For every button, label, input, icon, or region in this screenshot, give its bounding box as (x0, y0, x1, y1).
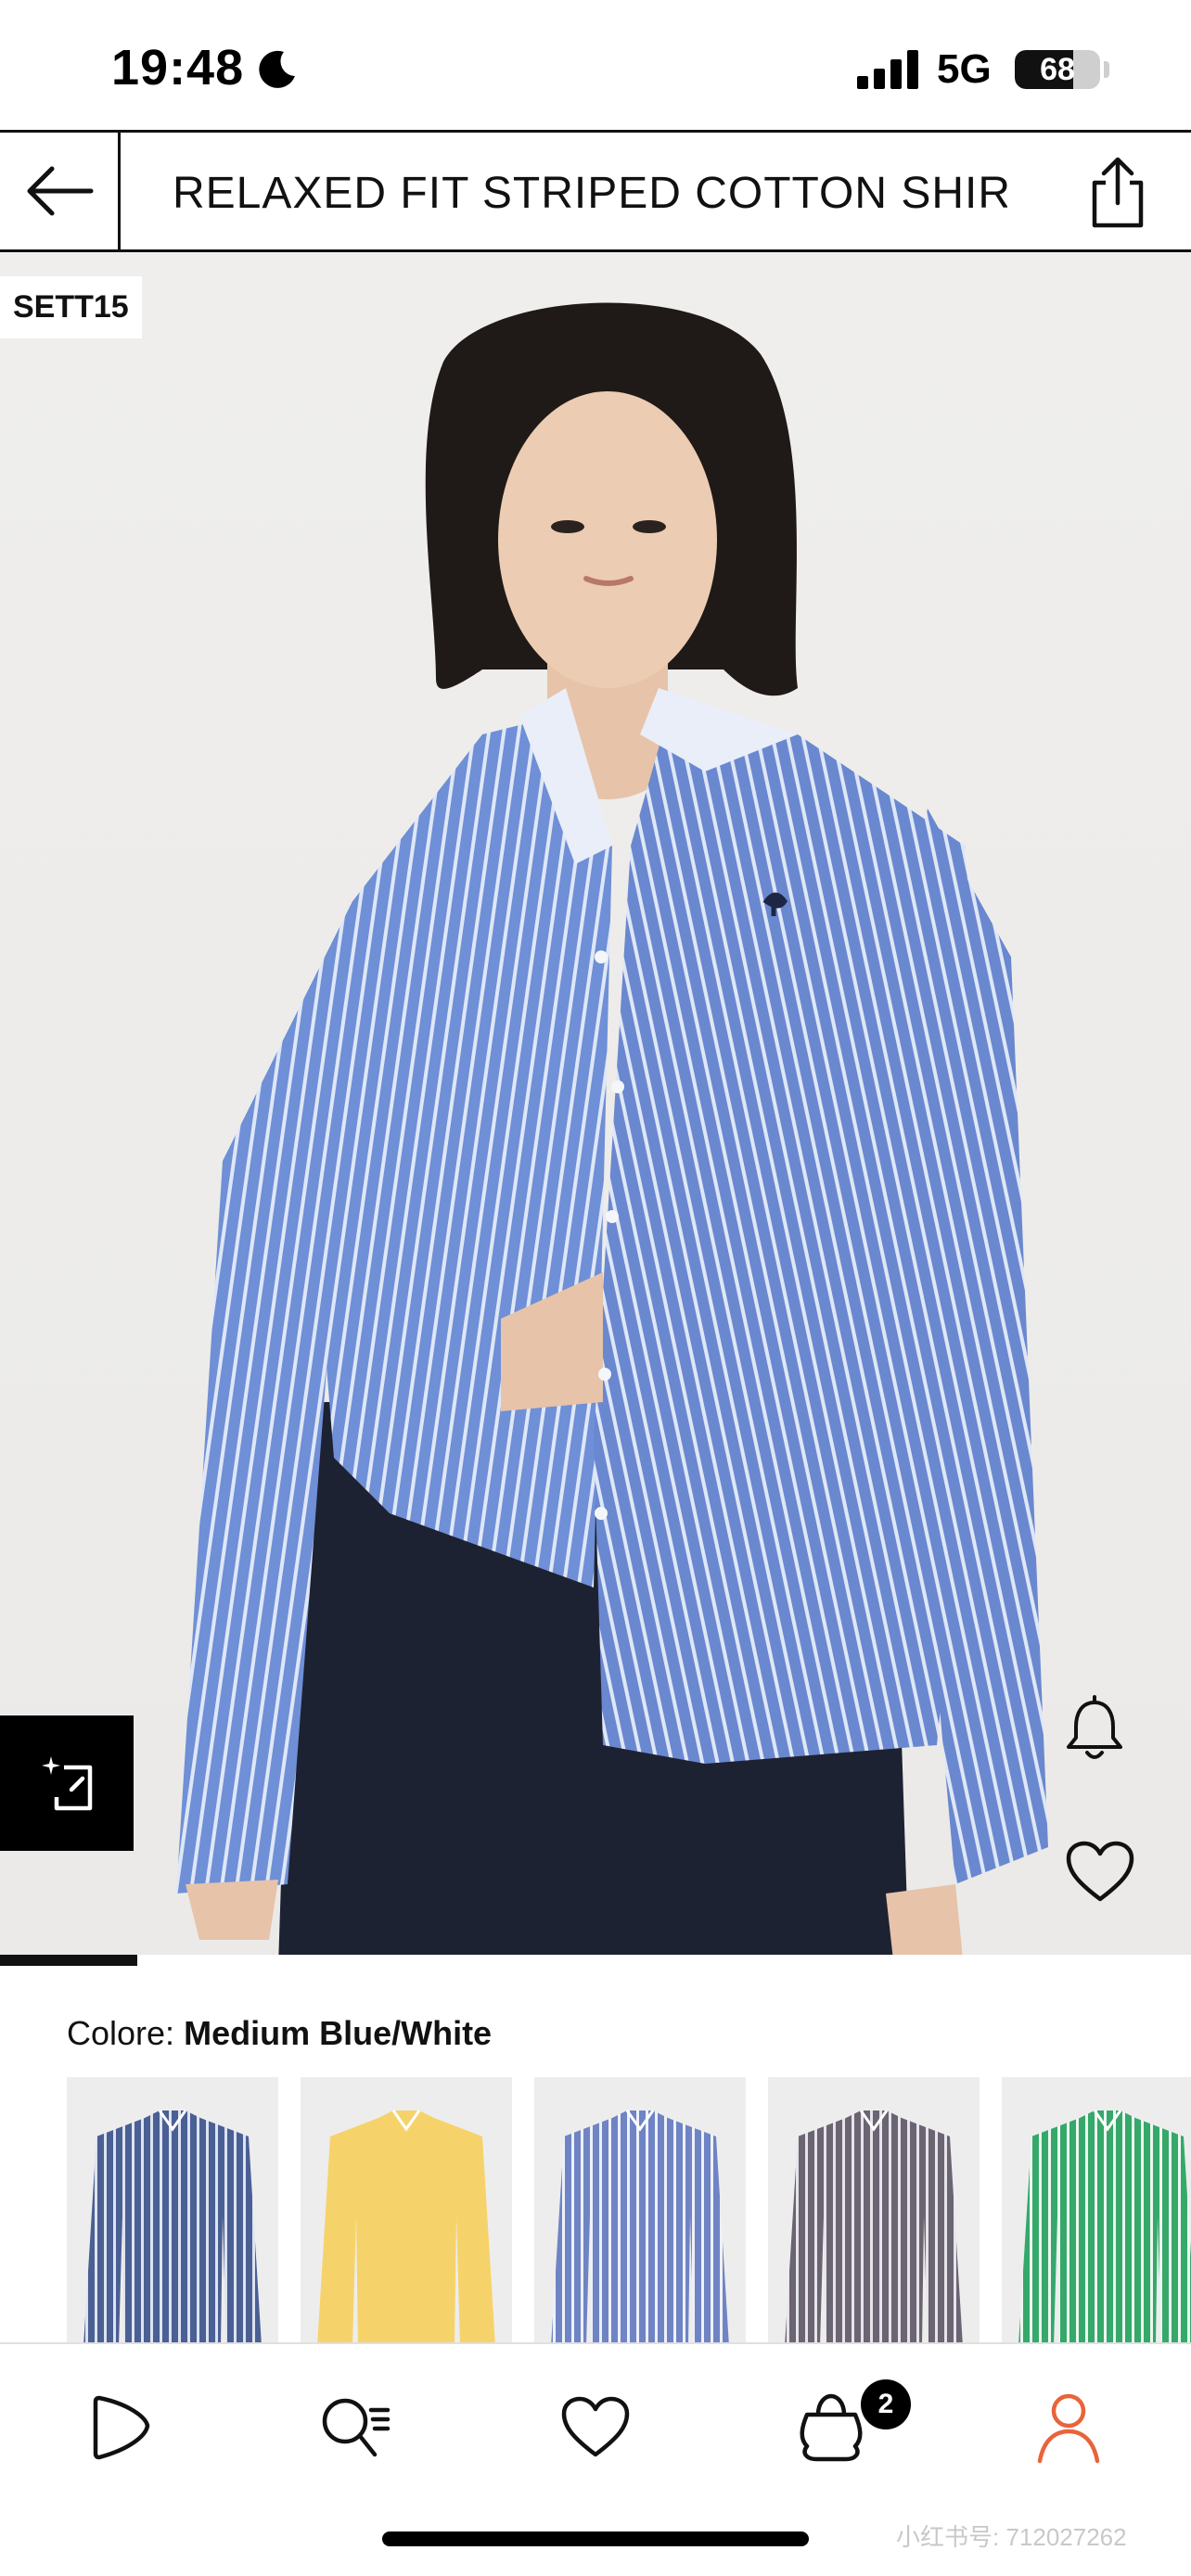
status-time: 19:48 (111, 40, 245, 96)
swatch-shirt-image (317, 2110, 495, 2346)
image-carousel-progress (0, 1955, 1191, 1966)
model-photo (176, 302, 1048, 1966)
wishlist-icon (561, 2396, 630, 2457)
bell-icon[interactable] (1065, 1695, 1124, 1762)
try-on-button[interactable] (0, 1715, 134, 1851)
color-swatch-navy-stripe[interactable] (67, 2077, 278, 2346)
bag-count-badge: 2 (861, 2379, 911, 2429)
color-swatch-yellow[interactable] (301, 2077, 512, 2346)
battery-level: 68 (1040, 51, 1075, 87)
color-swatch-grey-stripe[interactable] (768, 2077, 980, 2346)
page-title: RELAXED FIT STRIPED COTTON SHIR... (173, 169, 1007, 218)
signal-icon (857, 50, 918, 89)
product-image[interactable]: SETT15 (0, 252, 1191, 1966)
tab-search[interactable] (310, 2381, 403, 2474)
color-label: Colore: (67, 2014, 175, 2052)
color-swatch-list (67, 2077, 1191, 2346)
home-indicator[interactable] (382, 2531, 809, 2546)
swatch-shirt-image (1018, 2110, 1191, 2346)
tab-home[interactable] (74, 2381, 167, 2474)
heart-icon[interactable] (1065, 1840, 1135, 1905)
status-bar: 19:48 5G 68 (0, 0, 1191, 130)
color-swatch-blue-white-stripe[interactable] (534, 2077, 746, 2346)
color-swatch-green-stripe[interactable] (1002, 2077, 1191, 2346)
bag-icon (800, 2393, 863, 2462)
battery-nub (1104, 61, 1109, 78)
moon-icon (259, 50, 295, 88)
search-icon (322, 2398, 391, 2457)
tab-wishlist[interactable] (549, 2381, 642, 2474)
swatch-shirt-image (83, 2110, 262, 2346)
promo-code-tag: SETT15 (0, 276, 142, 338)
ar-try-on-icon (42, 1756, 93, 1811)
battery-indicator: 68 (1015, 50, 1100, 89)
network-type: 5G (937, 46, 992, 92)
tab-account[interactable] (1022, 2381, 1115, 2474)
swatch-shirt-image (785, 2110, 963, 2346)
product-header: RELAXED FIT STRIPED COTTON SHIR... (0, 130, 1191, 252)
color-selection: Colore: Medium Blue/White (67, 2014, 492, 2053)
image-carousel-progress-fill (0, 1955, 137, 1966)
watermark: 小红书号: 712027262 (896, 2523, 1127, 2551)
share-icon[interactable] (1085, 155, 1150, 229)
arrow-left-icon (27, 166, 93, 216)
color-value: Medium Blue/White (184, 2014, 493, 2052)
home-icon (93, 2395, 150, 2460)
back-button[interactable] (0, 133, 121, 249)
swatch-shirt-image (551, 2110, 729, 2346)
account-icon (1037, 2393, 1100, 2464)
